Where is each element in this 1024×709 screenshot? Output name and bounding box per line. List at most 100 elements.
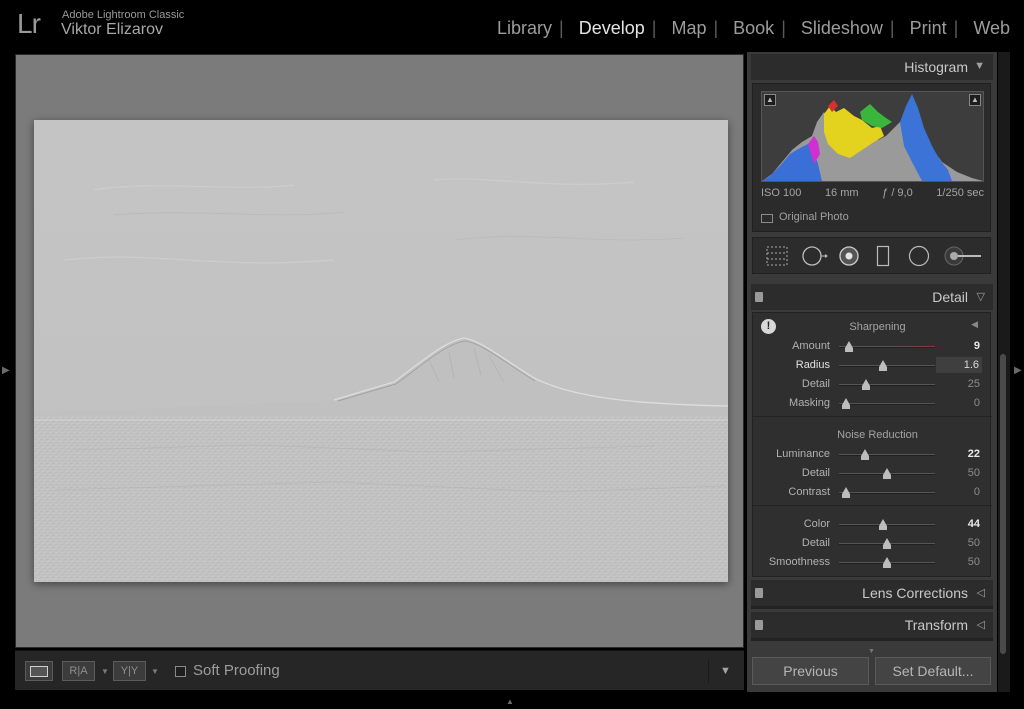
slider-sharpening-radius[interactable]: Radius 1.6: [753, 356, 992, 375]
shadow-clipping-icon[interactable]: ▲: [764, 94, 776, 106]
sharpening-preview-triangle-icon[interactable]: ◀: [971, 319, 978, 330]
module-library[interactable]: Library: [482, 18, 559, 39]
module-slideshow[interactable]: Slideshow: [786, 18, 890, 39]
panel-end-caret-icon: ▼: [868, 648, 875, 655]
module-map[interactable]: Map: [656, 18, 713, 39]
slider-value[interactable]: 50: [968, 467, 980, 479]
exif-iso: ISO 100: [761, 187, 802, 199]
red-eye-icon[interactable]: [837, 245, 861, 267]
collapse-triangle-icon[interactable]: ▼: [974, 60, 985, 72]
slider-track[interactable]: [839, 487, 935, 498]
slider-thumb[interactable]: [879, 360, 888, 371]
slider-sharpening-masking[interactable]: Masking 0: [753, 394, 992, 413]
slider-nr-color[interactable]: Color 44: [753, 515, 992, 534]
toolbar-content-dropdown-icon[interactable]: ▼: [720, 665, 731, 677]
lens-corrections-header[interactable]: Lens Corrections ◁: [751, 580, 993, 606]
slider-label: Detail: [801, 467, 830, 479]
slider-thumb[interactable]: [841, 398, 850, 409]
before-after-button[interactable]: R|A: [62, 661, 95, 681]
slider-label: Amount: [792, 340, 830, 352]
previous-button[interactable]: Previous: [752, 657, 869, 685]
slider-track[interactable]: [839, 360, 935, 371]
slider-value[interactable]: 50: [968, 556, 980, 568]
module-book[interactable]: Book: [718, 18, 781, 39]
slider-thumb[interactable]: [879, 519, 888, 530]
collapse-triangle-icon[interactable]: ▽: [977, 290, 985, 303]
original-photo-checkbox[interactable]: [761, 214, 773, 223]
set-default-button[interactable]: Set Default...: [875, 657, 991, 685]
detail-toggle-switch[interactable]: [755, 292, 763, 302]
transform-header[interactable]: Transform ◁: [751, 612, 993, 638]
filmstrip-toggle-icon[interactable]: ▲: [506, 697, 514, 706]
product-name: Adobe Lightroom Classic: [62, 9, 185, 21]
before-after-yy-button[interactable]: Y|Y: [113, 661, 146, 681]
right-panel-scrollbar[interactable]: [998, 52, 1010, 692]
slider-track[interactable]: [839, 557, 935, 568]
slider-value[interactable]: 9: [974, 340, 980, 352]
slider-label: Detail: [801, 378, 830, 390]
highlight-clipping-icon[interactable]: ▲: [969, 94, 981, 106]
expand-triangle-icon[interactable]: ◁: [977, 618, 985, 631]
slider-nr-smoothness[interactable]: Smoothness 50: [753, 553, 992, 572]
slider-label: Color: [803, 518, 830, 530]
slider-thumb[interactable]: [844, 341, 853, 352]
slider-nr-luminance-contrast[interactable]: Contrast 0: [753, 483, 992, 502]
slider-track[interactable]: [839, 449, 935, 460]
slider-thumb[interactable]: [883, 468, 891, 479]
slider-track[interactable]: [839, 519, 935, 530]
slider-value[interactable]: 22: [968, 448, 980, 460]
right-panel-toggle-icon[interactable]: ▶: [1014, 365, 1022, 376]
detail-header[interactable]: Detail ▽: [751, 284, 993, 310]
slider-track[interactable]: [839, 538, 935, 549]
slider-track[interactable]: [839, 468, 935, 479]
scrollbar-thumb[interactable]: [1000, 354, 1006, 654]
section-divider: [753, 416, 992, 417]
slider-value[interactable]: 50: [968, 537, 980, 549]
slider-nr-luminance-detail[interactable]: Detail 50: [753, 464, 992, 483]
slider-value[interactable]: 0: [974, 486, 980, 498]
slider-value[interactable]: 44: [968, 518, 980, 530]
loupe-view-button[interactable]: [25, 661, 53, 681]
slider-nr-color-detail[interactable]: Detail 50: [753, 534, 992, 553]
section-divider: [753, 505, 992, 506]
lens-corrections-toggle-switch[interactable]: [755, 588, 763, 598]
adjustment-brush-icon[interactable]: [943, 245, 983, 267]
graduated-filter-icon[interactable]: [876, 245, 890, 267]
radial-filter-icon[interactable]: [907, 245, 931, 267]
sharpening-title: Sharpening: [849, 321, 906, 333]
slider-thumb[interactable]: [860, 449, 869, 460]
slider-thumb[interactable]: [883, 557, 891, 568]
slider-sharpening-detail[interactable]: Detail 25: [753, 375, 992, 394]
histogram-header[interactable]: Histogram ▼: [751, 54, 993, 80]
original-photo-label: Original Photo: [779, 211, 849, 223]
before-after-yy-dropdown-icon[interactable]: ▼: [151, 667, 159, 676]
soft-proofing-checkbox[interactable]: [175, 666, 186, 677]
left-panel-toggle-icon[interactable]: ▶: [2, 365, 10, 376]
slider-track[interactable]: [839, 398, 935, 409]
module-print[interactable]: Print: [895, 18, 954, 39]
histogram-graph[interactable]: ▲ ▲: [761, 91, 984, 182]
crop-overlay-icon[interactable]: [765, 245, 789, 267]
before-after-dropdown-icon[interactable]: ▼: [101, 667, 109, 676]
slider-label: Luminance: [776, 448, 830, 460]
slider-value[interactable]: 0: [974, 397, 980, 409]
slider-thumb[interactable]: [841, 487, 850, 498]
expand-triangle-icon[interactable]: ◁: [977, 586, 985, 599]
detail-title: Detail: [932, 289, 968, 305]
toolbar-divider: [708, 659, 709, 683]
slider-thumb[interactable]: [861, 379, 870, 390]
slider-track[interactable]: [839, 341, 935, 352]
image-view[interactable]: [15, 54, 744, 648]
slider-thumb[interactable]: [883, 538, 891, 549]
module-web[interactable]: Web: [958, 18, 1024, 39]
slider-value-input[interactable]: 1.6: [936, 357, 982, 373]
slider-value[interactable]: 25: [968, 378, 980, 390]
photo-preview[interactable]: [34, 120, 728, 582]
transform-toggle-switch[interactable]: [755, 620, 763, 630]
slider-nr-luminance[interactable]: Luminance 22: [753, 445, 992, 464]
slider-sharpening-amount[interactable]: Amount 9: [753, 337, 992, 356]
spot-removal-icon[interactable]: [801, 245, 829, 267]
module-develop[interactable]: Develop: [564, 18, 652, 39]
soft-proofing-label: Soft Proofing: [193, 662, 280, 679]
slider-track[interactable]: [839, 379, 935, 390]
